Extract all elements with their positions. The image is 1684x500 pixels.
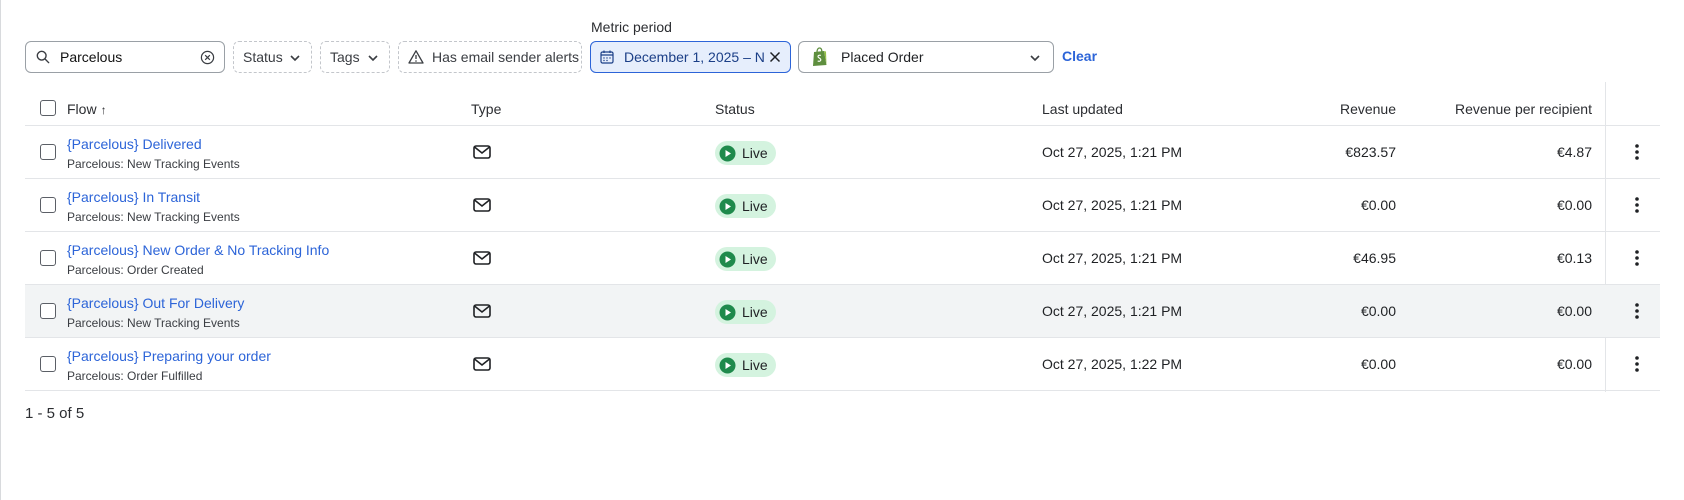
flow-trigger: Parcelous: Order Fulfilled xyxy=(67,369,203,383)
play-circle-icon xyxy=(719,198,736,214)
more-actions-icon[interactable] xyxy=(1627,301,1647,321)
revenue-column-header[interactable]: Revenue xyxy=(1340,101,1396,117)
more-actions-icon[interactable] xyxy=(1627,354,1647,374)
calendar-icon xyxy=(600,50,614,64)
email-alerts-label: Has email sender alerts xyxy=(432,49,580,65)
status-label: Live xyxy=(742,251,768,267)
status-label: Live xyxy=(742,198,768,214)
revenue-value: €0.00 xyxy=(1360,356,1396,372)
metric-period-label: Metric period xyxy=(591,19,672,35)
search-icon xyxy=(36,50,50,64)
metric-select[interactable]: Placed Order xyxy=(798,41,1054,73)
last-updated: Oct 27, 2025, 1:21 PM xyxy=(1042,197,1183,213)
revenue-per-recipient-value: €0.00 xyxy=(1556,303,1592,319)
play-circle-icon xyxy=(719,304,736,320)
table-row: {Parcelous} Delivered Parcelous: New Tra… xyxy=(25,126,1660,179)
email-icon xyxy=(473,251,491,265)
flow-trigger: Parcelous: New Tracking Events xyxy=(67,157,240,171)
table-row: {Parcelous} New Order & No Tracking Info… xyxy=(25,232,1660,285)
metric-period-select[interactable]: December 1, 2025 – N xyxy=(590,41,791,73)
filter-toolbar: Parcelous Status Tags Has email sender a… xyxy=(25,41,1665,73)
type-column-header: Type xyxy=(471,101,502,117)
flow-name-link[interactable]: {Parcelous} In Transit xyxy=(67,189,200,205)
more-actions-icon[interactable] xyxy=(1627,248,1647,268)
flow-trigger: Parcelous: New Tracking Events xyxy=(67,316,240,330)
row-checkbox[interactable] xyxy=(40,144,56,160)
flow-trigger: Parcelous: New Tracking Events xyxy=(67,210,240,224)
warning-icon xyxy=(408,50,424,64)
flow-name-link[interactable]: {Parcelous} Delivered xyxy=(67,136,202,152)
sort-ascending-icon: ↑ xyxy=(100,103,107,117)
flow-name-link[interactable]: {Parcelous} Preparing your order xyxy=(67,348,271,364)
pagination-summary: 1 - 5 of 5 xyxy=(25,405,85,422)
date-range-value: December 1, 2025 – N xyxy=(624,49,764,65)
email-icon xyxy=(473,304,491,318)
email-icon xyxy=(473,198,491,212)
status-badge: Live xyxy=(715,353,776,377)
revenue-per-recipient-value: €0.00 xyxy=(1556,197,1592,213)
row-checkbox[interactable] xyxy=(40,356,56,372)
tags-filter-label: Tags xyxy=(330,49,360,65)
revenue-value: €46.95 xyxy=(1353,250,1396,266)
flow-name-link[interactable]: {Parcelous} New Order & No Tracking Info xyxy=(67,242,329,258)
last-updated: Oct 27, 2025, 1:21 PM xyxy=(1042,250,1183,266)
status-badge: Live xyxy=(715,300,776,324)
status-filter[interactable]: Status xyxy=(233,41,312,73)
table-row: {Parcelous} Preparing your order Parcelo… xyxy=(25,338,1660,391)
table-header: Flow ↑ Type Status Last updated Revenue R… xyxy=(25,90,1660,126)
status-badge: Live xyxy=(715,141,776,165)
status-label: Live xyxy=(742,304,768,320)
status-column-header: Status xyxy=(715,101,755,117)
search-value: Parcelous xyxy=(60,49,123,65)
status-badge: Live xyxy=(715,247,776,271)
revenue-per-recipient-column-header[interactable]: Revenue per recipient xyxy=(1455,101,1592,117)
clear-search-icon[interactable] xyxy=(200,50,215,65)
table-row: {Parcelous} Out For Delivery Parcelous: … xyxy=(25,285,1660,338)
row-checkbox[interactable] xyxy=(40,303,56,319)
revenue-value: €0.00 xyxy=(1360,197,1396,213)
row-checkbox[interactable] xyxy=(40,250,56,266)
revenue-per-recipient-value: €0.13 xyxy=(1556,250,1592,266)
more-actions-icon[interactable] xyxy=(1627,195,1647,215)
clear-filters-link[interactable]: Clear xyxy=(1062,48,1097,64)
close-icon[interactable] xyxy=(769,51,781,63)
status-label: Live xyxy=(742,145,768,161)
flows-table: Flow ↑ Type Status Last updated Revenue R… xyxy=(25,82,1660,392)
last-updated-column-header[interactable]: Last updated xyxy=(1042,101,1123,117)
last-updated: Oct 27, 2025, 1:21 PM xyxy=(1042,144,1183,160)
play-circle-icon xyxy=(719,145,736,161)
last-updated: Oct 27, 2025, 1:22 PM xyxy=(1042,356,1183,372)
shopify-icon xyxy=(813,47,827,66)
play-circle-icon xyxy=(719,251,736,267)
status-badge: Live xyxy=(715,194,776,218)
flow-name-link[interactable]: {Parcelous} Out For Delivery xyxy=(67,295,244,311)
chevron-down-icon xyxy=(368,55,378,62)
metric-value: Placed Order xyxy=(841,49,924,65)
play-circle-icon xyxy=(719,357,736,373)
more-actions-icon[interactable] xyxy=(1627,142,1647,162)
flow-header-label: Flow xyxy=(67,101,97,117)
chevron-down-icon xyxy=(290,55,300,62)
email-icon xyxy=(473,357,491,371)
email-alerts-filter[interactable]: Has email sender alerts xyxy=(398,41,582,73)
search-input[interactable]: Parcelous xyxy=(25,41,225,73)
flow-column-header[interactable]: Flow ↑ xyxy=(67,101,107,117)
row-checkbox[interactable] xyxy=(40,197,56,213)
revenue-value: €823.57 xyxy=(1345,144,1396,160)
revenue-value: €0.00 xyxy=(1360,303,1396,319)
revenue-per-recipient-value: €4.87 xyxy=(1556,144,1592,160)
revenue-per-recipient-value: €0.00 xyxy=(1556,356,1592,372)
table-row: {Parcelous} In Transit Parcelous: New Tr… xyxy=(25,179,1660,232)
chevron-down-icon xyxy=(1030,55,1040,62)
select-all-checkbox[interactable] xyxy=(40,100,56,116)
status-filter-label: Status xyxy=(243,49,283,65)
status-label: Live xyxy=(742,357,768,373)
flow-trigger: Parcelous: Order Created xyxy=(67,263,204,277)
last-updated: Oct 27, 2025, 1:21 PM xyxy=(1042,303,1183,319)
tags-filter[interactable]: Tags xyxy=(320,41,390,73)
email-icon xyxy=(473,145,491,159)
frame-edge xyxy=(0,0,1,500)
